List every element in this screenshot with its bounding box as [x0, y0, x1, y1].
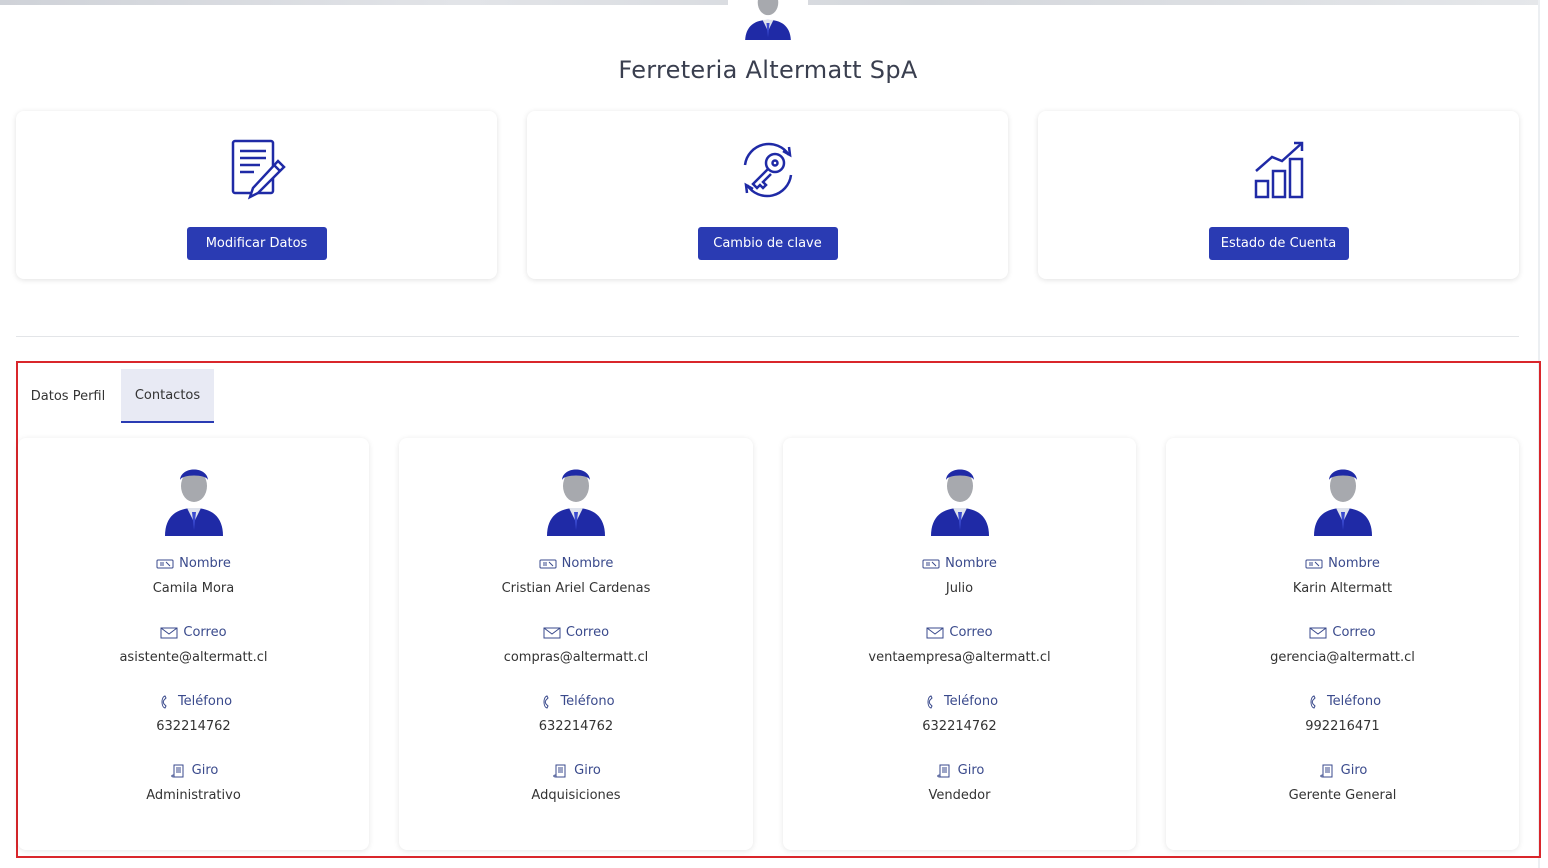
- phone-icon: [155, 694, 173, 709]
- role-label: Giro: [18, 763, 369, 778]
- contact-email: ventaempresa@altermatt.cl: [868, 650, 1051, 665]
- contact-card: Nombre Karin Altermatt Correo gerencia@a…: [1166, 438, 1519, 850]
- id-card-icon: [156, 557, 174, 571]
- scroll-icon: [1318, 764, 1336, 778]
- phone-label: Teléfono: [399, 694, 753, 709]
- role-label: Giro: [783, 763, 1136, 778]
- email-label: Correo: [783, 625, 1136, 640]
- contact-phone: 992216471: [1305, 719, 1380, 734]
- contact-email: compras@altermatt.cl: [503, 650, 649, 665]
- phone-label: Teléfono: [783, 694, 1136, 709]
- envelope-icon: [926, 626, 944, 640]
- contact-card: Nombre Camila Mora Correo asistente@alte…: [18, 438, 369, 850]
- action-card-edit: Modificar Datos: [16, 111, 497, 279]
- contact-role: Administrativo: [146, 788, 241, 803]
- contact-card: Nombre Cristian Ariel Cardenas Correo co…: [399, 438, 753, 850]
- tab-contactos[interactable]: Contactos: [121, 369, 214, 423]
- modify-data-button[interactable]: Modificar Datos: [186, 227, 327, 260]
- envelope-icon: [543, 626, 561, 640]
- contact-role: Vendedor: [928, 788, 991, 803]
- contact-phone: 632214762: [922, 719, 997, 734]
- role-label: Giro: [1166, 763, 1519, 778]
- contact-card: Nombre Julio Correo ventaempresa@alterma…: [783, 438, 1136, 850]
- email-label: Correo: [18, 625, 369, 640]
- action-card-password: Cambio de clave: [527, 111, 1008, 279]
- tab-datos-perfil[interactable]: Datos Perfil: [24, 369, 112, 423]
- growth-chart-icon: [1244, 135, 1314, 205]
- avatar: [929, 460, 991, 536]
- name-label: Nombre: [399, 556, 753, 571]
- contact-email: asistente@altermatt.cl: [119, 650, 268, 665]
- contact-name: Julio: [945, 581, 974, 596]
- contact-name: Cristian Ariel Cardenas: [501, 581, 651, 596]
- name-label: Nombre: [783, 556, 1136, 571]
- contact-role: Gerente General: [1288, 788, 1397, 803]
- id-card-icon: [539, 557, 557, 571]
- key-refresh-icon: [733, 135, 803, 205]
- envelope-icon: [1309, 626, 1327, 640]
- change-password-button[interactable]: Cambio de clave: [697, 227, 838, 260]
- avatar: [163, 460, 225, 536]
- action-card-account: Estado de Cuenta: [1038, 111, 1519, 279]
- scroll-icon: [169, 764, 187, 778]
- phone-icon: [537, 694, 555, 709]
- phone-icon: [1304, 694, 1322, 709]
- scroll-icon: [551, 764, 569, 778]
- email-label: Correo: [1166, 625, 1519, 640]
- phone-icon: [921, 694, 939, 709]
- envelope-icon: [160, 626, 178, 640]
- contact-name: Karin Altermatt: [1292, 581, 1393, 596]
- phone-label: Teléfono: [18, 694, 369, 709]
- section-divider: [16, 336, 1519, 337]
- id-card-icon: [1305, 557, 1323, 571]
- name-label: Nombre: [18, 556, 369, 571]
- contact-email: gerencia@altermatt.cl: [1270, 650, 1415, 665]
- contact-name: Camila Mora: [152, 581, 235, 596]
- account-status-button[interactable]: Estado de Cuenta: [1208, 227, 1349, 260]
- id-card-icon: [922, 557, 940, 571]
- phone-label: Teléfono: [1166, 694, 1519, 709]
- avatar: [1312, 460, 1374, 536]
- edit-document-icon: [222, 135, 292, 205]
- contact-phone: 632214762: [156, 719, 231, 734]
- avatar: [545, 460, 607, 536]
- contact-role: Adquisiciones: [531, 788, 621, 803]
- name-label: Nombre: [1166, 556, 1519, 571]
- role-label: Giro: [399, 763, 753, 778]
- email-label: Correo: [399, 625, 753, 640]
- contact-phone: 632214762: [538, 719, 614, 734]
- company-avatar: [740, 0, 796, 40]
- company-name: Ferreteria Altermatt SpA: [618, 56, 918, 84]
- scroll-icon: [935, 764, 953, 778]
